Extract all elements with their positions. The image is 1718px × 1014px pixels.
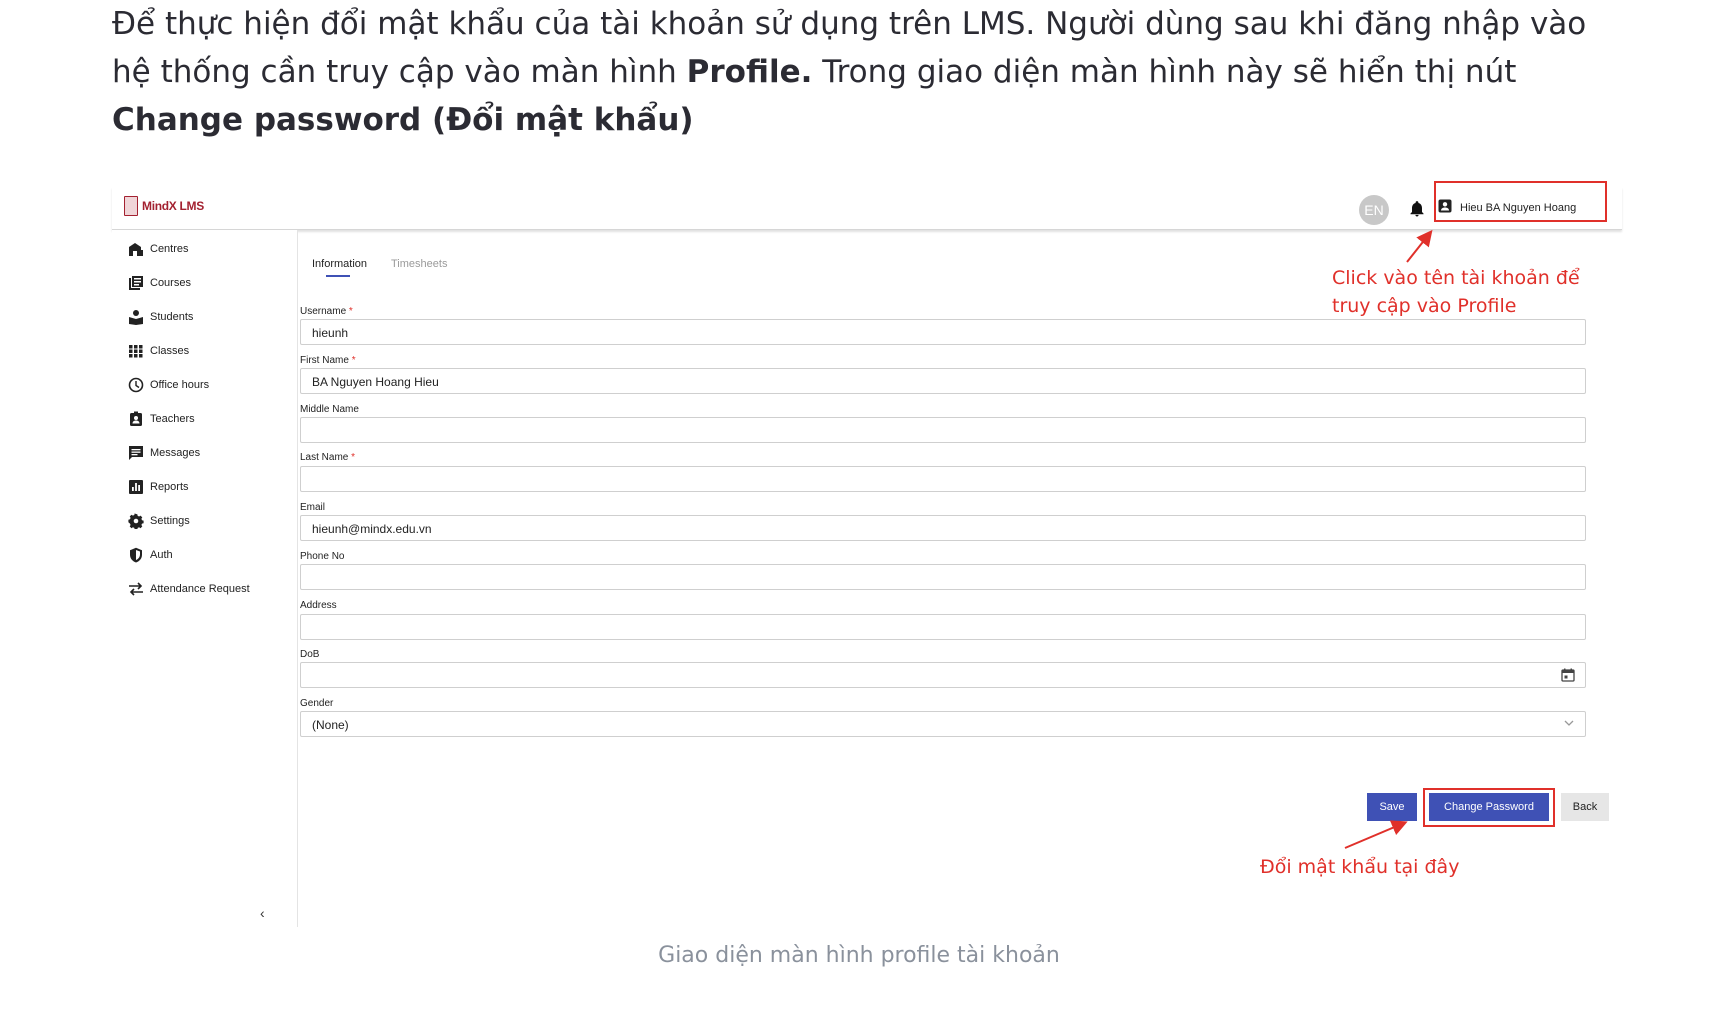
change-password-annotation: Đổi mật khẩu tại đây (1260, 856, 1460, 878)
profile-annotation-line-2: truy cập vào Profile (1332, 295, 1517, 317)
annotation-arrows (1344, 229, 1433, 849)
arrow-to-account (1406, 229, 1433, 263)
profile-annotation: Click vào tên tài khoản để truy cập vào … (1332, 264, 1580, 320)
profile-annotation-line-1: Click vào tên tài khoản để (1332, 267, 1580, 289)
figure-caption: Giao diện màn hình profile tài khoản (658, 943, 1060, 968)
arrow-to-change-password (1344, 820, 1408, 849)
